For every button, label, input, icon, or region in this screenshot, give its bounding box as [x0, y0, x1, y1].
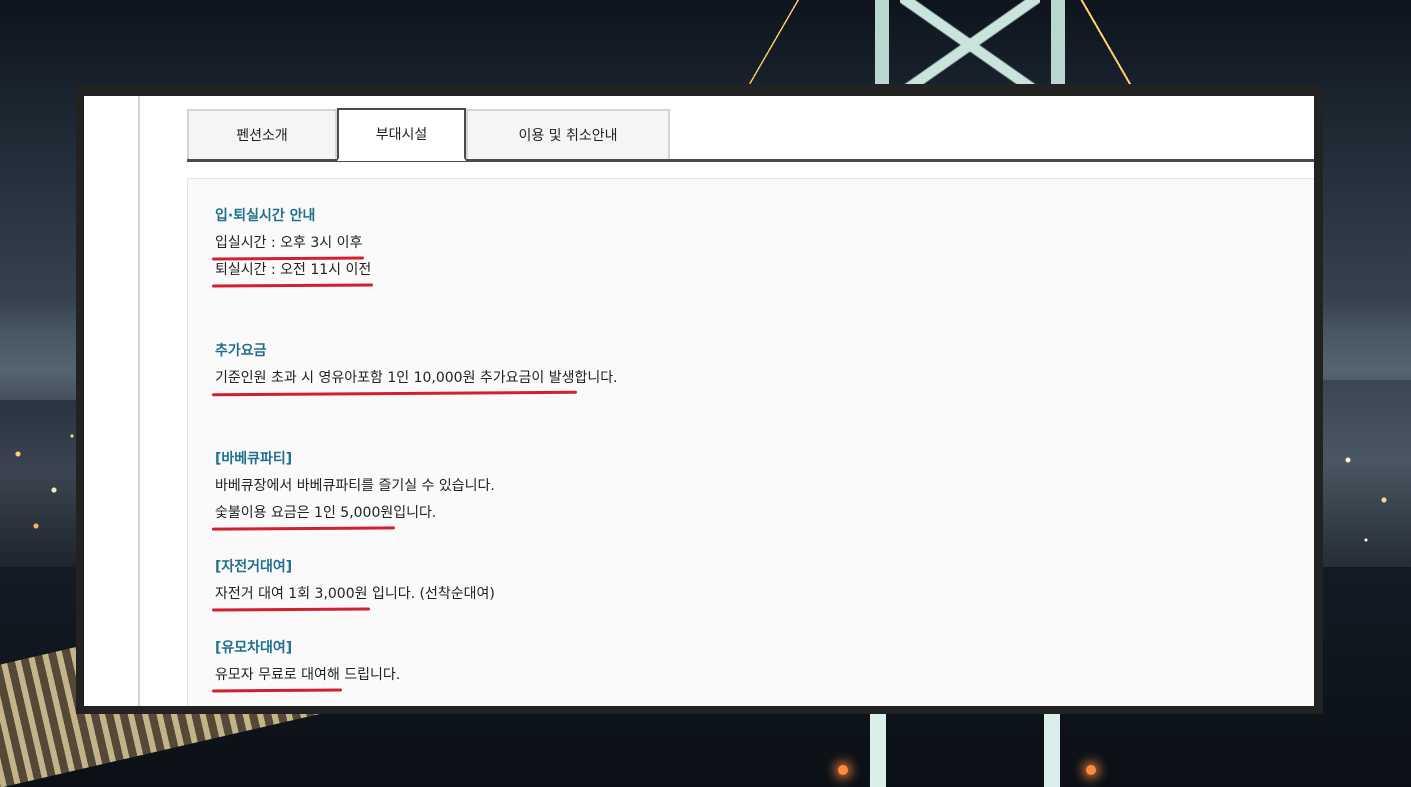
- section-extra-fee: 추가요금 기준인원 초과 시 영유아포함 1인 10,000원 추가요금이 발생…: [215, 338, 618, 392]
- content-panel: 입·퇴실시간 안내 입실시간 : 오후 3시 이후 퇴실시간 : 오전 11시 …: [187, 178, 1314, 706]
- lamp-light: [1086, 765, 1096, 775]
- checkout-time: 퇴실시간 : 오전 11시 이전: [215, 257, 371, 284]
- plain-text: 입니다.: [393, 505, 437, 521]
- tab-label: 부대시설: [375, 127, 428, 143]
- underlined-text: 퇴실시간 : 오전 11시 이전: [215, 257, 371, 284]
- underlined-text: 자전거 대여 1회 3,000원: [215, 581, 368, 608]
- tab-label: 이용 및 취소안내: [518, 128, 618, 144]
- section-bike: [자전거대여] 자전거 대여 1회 3,000원 입니다. (선착순대여): [215, 554, 495, 608]
- underlined-text: 숯불이용 요금은 1인 5,000원: [215, 500, 393, 527]
- plain-text: 합니다.: [574, 370, 618, 386]
- section-title: [자전거대여]: [215, 559, 293, 575]
- section-title: [바베큐파티]: [215, 451, 293, 467]
- plain-text: 드립니다.: [339, 667, 401, 683]
- section-bbq: [바베큐파티] 바베큐장에서 바베큐파티를 즐기실 수 있습니다. 숯불이용 요…: [215, 446, 495, 527]
- extra-fee-text: 기준인원 초과 시 영유아포함 1인 10,000원 추가요금이 발생합니다.: [215, 365, 618, 392]
- underlined-text: 기준인원 초과 시 영유아포함 1인 10,000원 추가요금이 발생: [215, 365, 575, 392]
- bridge-tower-brace: [900, 0, 1040, 90]
- tab-bar: 펜션소개 부대시설 이용 및 취소안내: [187, 108, 1314, 162]
- bike-rental-text: 자전거 대여 1회 3,000원 입니다. (선착순대여): [215, 581, 495, 608]
- page-content: 펜션소개 부대시설 이용 및 취소안내 입·퇴실시간 안내 입실시간 : 오후 …: [84, 96, 1314, 706]
- bbq-fee-text: 숯불이용 요금은 1인 5,000원입니다.: [215, 500, 495, 527]
- tab-facilities[interactable]: 부대시설: [337, 108, 466, 161]
- underlined-text: 입실시간 : 오후 3시 이후: [215, 230, 362, 257]
- underlined-text: 유모자 무료로 대여해: [215, 662, 340, 689]
- bbq-text: 바베큐장에서 바베큐파티를 즐기실 수 있습니다.: [215, 478, 495, 494]
- bridge-cable-right: [1077, 0, 1137, 90]
- section-stroller: [유모차대여] 유모자 무료로 대여해 드립니다.: [215, 635, 400, 689]
- section-title: [유모차대여]: [215, 640, 293, 656]
- section-title: 추가요금: [215, 343, 267, 359]
- section-title: 입·퇴실시간 안내: [215, 208, 316, 224]
- city-lights-right: [1321, 380, 1411, 580]
- checkin-time: 입실시간 : 오후 3시 이후: [215, 230, 371, 257]
- tab-usage-cancellation[interactable]: 이용 및 취소안내: [466, 109, 670, 159]
- plain-text: 입니다. (선착순대여): [367, 586, 495, 602]
- section-checkin: 입·퇴실시간 안내 입실시간 : 오후 3시 이후 퇴실시간 : 오전 11시 …: [215, 203, 371, 284]
- tab-pension-intro[interactable]: 펜션소개: [187, 109, 337, 159]
- stroller-rental-text: 유모자 무료로 대여해 드립니다.: [215, 662, 400, 689]
- lamp-light: [838, 765, 848, 775]
- bridge-cable-left: [739, 0, 799, 90]
- side-divider: [138, 96, 140, 706]
- tab-label: 펜션소개: [236, 128, 288, 144]
- bridge-tower-base: [870, 712, 1060, 787]
